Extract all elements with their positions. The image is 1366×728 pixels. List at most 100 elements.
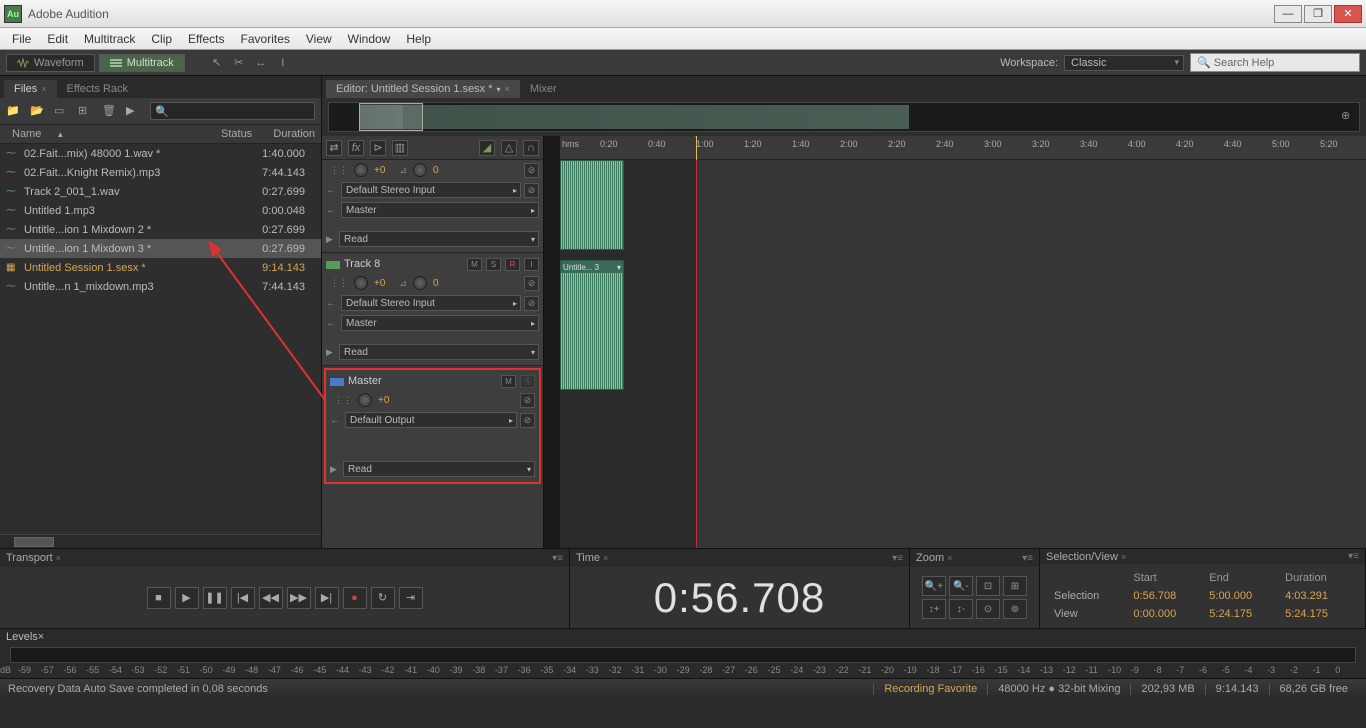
pause-button[interactable]: ❚❚	[203, 587, 227, 609]
automation-dropdown[interactable]: Read▾	[339, 344, 539, 360]
output-dropdown[interactable]: Master▸	[341, 202, 539, 218]
mute-button[interactable]: M	[501, 375, 516, 388]
effects-rack-tab[interactable]: Effects Rack	[57, 80, 139, 98]
headphones-icon[interactable]: ∩	[523, 140, 539, 156]
file-row[interactable]: ⁓02.Fait...Knight Remix).mp37:44.143	[0, 163, 321, 182]
files-tab[interactable]: Files×	[4, 80, 57, 98]
solo-button[interactable]: Ⓢ	[520, 375, 535, 388]
zoom-in-h-button[interactable]: 🔍+	[922, 576, 946, 596]
file-row[interactable]: ⁓02.Fait...mix) 48000 1.wav *1:40.000	[0, 144, 321, 163]
solo-button[interactable]: S	[486, 258, 501, 271]
import-icon[interactable]: 📂	[30, 104, 46, 118]
snap-toggle-icon[interactable]: ⇄	[326, 140, 342, 156]
phase-icon[interactable]: ⊘	[524, 276, 539, 291]
file-list-hscroll[interactable]	[0, 534, 321, 548]
skip-selection-button[interactable]: ⇥	[399, 587, 423, 609]
file-row[interactable]: ▦Untitled Session 1.sesx *9:14.143	[0, 258, 321, 277]
automation-dropdown[interactable]: Read▾	[339, 231, 539, 247]
menu-clip[interactable]: Clip	[143, 32, 180, 46]
view-start[interactable]: 0:00.000	[1129, 606, 1203, 622]
track-header[interactable]: Track 8MSRI ⋮⋮+0⊿0⊘ ←Default Stereo Inpu…	[322, 253, 543, 366]
file-row[interactable]: ⁓Untitled 1.mp30:00.048	[0, 201, 321, 220]
timeline[interactable]: hms 0:20 0:40 1:00 1:20 1:40 2:00 2:20 2…	[560, 136, 1366, 548]
new-multitrack-icon[interactable]: ▭	[54, 104, 70, 118]
workspace-dropdown[interactable]: Classic	[1064, 55, 1184, 71]
menu-multitrack[interactable]: Multitrack	[76, 32, 143, 46]
menu-view[interactable]: View	[298, 32, 340, 46]
arm-record-button[interactable]: R	[505, 258, 520, 271]
mono-stereo-icon[interactable]: ⊘	[524, 183, 539, 198]
time-select-tool-icon[interactable]: I	[275, 55, 291, 71]
recording-favorite[interactable]: Recording Favorite	[873, 683, 987, 695]
delete-icon[interactable]: 🗑	[102, 104, 118, 118]
zoom-in-v-button[interactable]: ↕+	[922, 599, 946, 619]
record-button[interactable]: ●	[343, 587, 367, 609]
mono-stereo-icon[interactable]: ⊘	[524, 296, 539, 311]
automation-dropdown[interactable]: Read▾	[343, 461, 535, 477]
metronome-icon[interactable]: △	[501, 140, 517, 156]
waveform-mode-button[interactable]: Waveform	[6, 54, 95, 72]
input-dropdown[interactable]: Default Stereo Input▸	[341, 182, 521, 198]
view-end[interactable]: 5:24.175	[1205, 606, 1279, 622]
file-row[interactable]: ⁓Track 2_001_1.wav0:27.699	[0, 182, 321, 201]
file-row[interactable]: ⁓Untitle...ion 1 Mixdown 3 *0:27.699	[0, 239, 321, 258]
volume-knob[interactable]	[358, 393, 372, 407]
zoom-out-v-button[interactable]: ↕-	[949, 599, 973, 619]
menu-edit[interactable]: Edit	[39, 32, 76, 46]
insert-clip-icon[interactable]: ⊞	[78, 104, 94, 118]
move-tool-icon[interactable]: ↖	[209, 55, 225, 71]
file-search-input[interactable]: 🔍	[150, 102, 315, 120]
editor-tab[interactable]: Editor: Untitled Session 1.sesx *▾×	[326, 80, 520, 98]
preview-play-icon[interactable]: ▶	[126, 104, 142, 118]
loop-button[interactable]: ↻	[371, 587, 395, 609]
multitrack-mode-button[interactable]: Multitrack	[99, 54, 185, 72]
zoom-reset-icon[interactable]: ⊕	[1341, 109, 1355, 123]
pan-knob[interactable]	[413, 163, 427, 177]
track-name[interactable]: Master	[330, 375, 497, 387]
mute-button[interactable]: M	[467, 258, 482, 271]
fx-icon[interactable]: fx	[348, 140, 364, 156]
output-dropdown[interactable]: Master▸	[341, 315, 539, 331]
close-button[interactable]: ✕	[1334, 5, 1362, 23]
overview-navigator[interactable]: ⊕	[328, 102, 1360, 132]
zoom-in-point-button[interactable]: ⊙	[976, 599, 1000, 619]
go-to-end-button[interactable]: ▶|	[315, 587, 339, 609]
input-monitor-icon[interactable]: ◢	[479, 140, 495, 156]
time-display[interactable]: 0:56.708	[654, 574, 826, 622]
search-help-input[interactable]: 🔍 Search Help	[1190, 53, 1360, 72]
stop-button[interactable]: ■	[147, 587, 171, 609]
input-monitor-button[interactable]: I	[524, 258, 539, 271]
rewind-button[interactable]: ◀◀	[259, 587, 283, 609]
time-ruler[interactable]: hms 0:20 0:40 1:00 1:20 1:40 2:00 2:20 2…	[560, 136, 1366, 160]
play-button[interactable]: ▶	[175, 587, 199, 609]
output-dropdown[interactable]: Default Output▸	[345, 412, 517, 428]
sends-icon[interactable]: ⊳	[370, 140, 386, 156]
file-row[interactable]: ⁓Untitle...n 1_mixdown.mp37:44.143	[0, 277, 321, 296]
eq-icon[interactable]: ▥	[392, 140, 408, 156]
slip-tool-icon[interactable]: ↔	[253, 55, 269, 71]
pan-knob[interactable]	[413, 276, 427, 290]
menu-file[interactable]: File	[4, 32, 39, 46]
fast-forward-button[interactable]: ▶▶	[287, 587, 311, 609]
phase-icon[interactable]: ⊘	[520, 393, 535, 408]
file-list-header[interactable]: Name▲ Status Duration	[0, 124, 321, 144]
zoom-full-button[interactable]: ⊡	[976, 576, 1000, 596]
input-dropdown[interactable]: Default Stereo Input▸	[341, 295, 521, 311]
razor-tool-icon[interactable]: ✂	[231, 55, 247, 71]
volume-knob[interactable]	[354, 276, 368, 290]
maximize-button[interactable]: ❐	[1304, 5, 1332, 23]
audio-clip[interactable]: Untitle... 3▾	[560, 260, 624, 390]
menu-help[interactable]: Help	[398, 32, 439, 46]
phase-icon[interactable]: ⊘	[524, 163, 539, 178]
go-to-start-button[interactable]: |◀	[231, 587, 255, 609]
view-duration[interactable]: 5:24.175	[1281, 606, 1355, 622]
selection-duration[interactable]: 4:03.291	[1281, 588, 1355, 604]
minimize-button[interactable]: —	[1274, 5, 1302, 23]
zoom-out-h-button[interactable]: 🔍-	[949, 576, 973, 596]
menu-window[interactable]: Window	[340, 32, 399, 46]
master-track-header[interactable]: MasterMⓈ ⋮⋮+0⊘ ←Default Output▸⊘ ▶Read▾	[324, 368, 541, 484]
zoom-sel-button[interactable]: ⊞	[1003, 576, 1027, 596]
menu-effects[interactable]: Effects	[180, 32, 232, 46]
selection-end[interactable]: 5:00.000	[1205, 588, 1279, 604]
track-name[interactable]: Track 8	[326, 258, 463, 270]
